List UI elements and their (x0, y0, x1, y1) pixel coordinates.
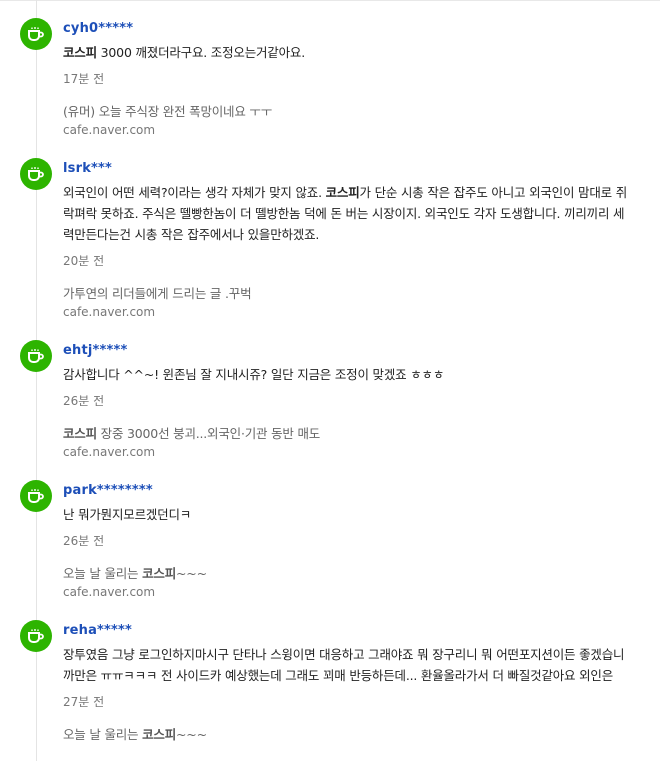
source-post-title[interactable]: 코스피 장중 3000선 붕괴...외국인·기관 동반 매도 (63, 426, 633, 442)
comment-content: ehtj***** 감사합니다 ^^~! 윈존님 잘 지내시쥬? 일단 지금은 … (63, 340, 633, 460)
comment-text: 코스피 3000 깨졌더라구요. 조정오는거같아요. (63, 45, 305, 60)
cafe-cup-icon (27, 488, 45, 504)
timestamp: 17분 전 (63, 72, 105, 86)
avatar[interactable] (20, 480, 52, 512)
comment-text: 난 뭐가뭔지모르겠던디ㅋ (63, 507, 192, 522)
comment-content: reha***** 장투였음 그냥 로그인하지마시구 단타나 스윙이면 대응하고… (63, 620, 633, 743)
comment-content: cyh0***** 코스피 3000 깨졌더라구요. 조정오는거같아요. 17분… (63, 18, 633, 138)
cafe-cup-icon (27, 166, 45, 182)
comment-text: 장투였음 그냥 로그인하지마시구 단타나 스윙이면 대응하고 그래야죠 뭐 장구… (63, 647, 625, 683)
timestamp: 27분 전 (63, 695, 105, 709)
comment-content: lsrk*** 외국인이 어떤 세력?이라는 생각 자체가 맞지 않죠. 코스피… (63, 158, 633, 320)
cafe-cup-icon (27, 26, 45, 42)
username[interactable]: reha***** (63, 623, 633, 639)
timestamp: 20분 전 (63, 254, 105, 268)
source-domain[interactable]: cafe.naver.com (63, 304, 633, 320)
source-domain[interactable]: cafe.naver.com (63, 584, 633, 600)
cafe-cup-icon (27, 628, 45, 644)
source-domain[interactable]: cafe.naver.com (63, 122, 633, 138)
username[interactable]: park******** (63, 483, 633, 499)
comment-content: park******** 난 뭐가뭔지모르겠던디ㅋ 26분 전 오늘 날 울리는… (63, 480, 633, 600)
comment-text: 감사합니다 ^^~! 윈존님 잘 지내시쥬? 일단 지금은 조정이 맞겠죠 ㅎㅎ… (63, 367, 445, 382)
source-domain[interactable]: cafe.naver.com (63, 444, 633, 460)
username[interactable]: cyh0***** (63, 21, 633, 37)
username[interactable]: ehtj***** (63, 343, 633, 359)
avatar[interactable] (20, 158, 52, 190)
cafe-cup-icon (27, 348, 45, 364)
source-post-title[interactable]: 가투연의 리더들에게 드리는 글 .꾸벅 (63, 286, 633, 302)
avatar[interactable] (20, 18, 52, 50)
timestamp: 26분 전 (63, 534, 105, 548)
top-divider (0, 0, 660, 4)
comment-text: 외국인이 어떤 세력?이라는 생각 자체가 맞지 않죠. 코스피가 단순 시총 … (63, 185, 628, 242)
avatar[interactable] (20, 620, 52, 652)
username[interactable]: lsrk*** (63, 161, 633, 177)
timestamp: 26분 전 (63, 394, 105, 408)
source-post-title[interactable]: 오늘 날 울리는 코스피~~~ (63, 566, 633, 582)
source-post-title[interactable]: (유머) 오늘 주식장 완전 폭망이네요 ㅜㅜ (63, 104, 633, 120)
source-post-title[interactable]: 오늘 날 울리는 코스피~~~ (63, 727, 633, 743)
avatar[interactable] (20, 340, 52, 372)
